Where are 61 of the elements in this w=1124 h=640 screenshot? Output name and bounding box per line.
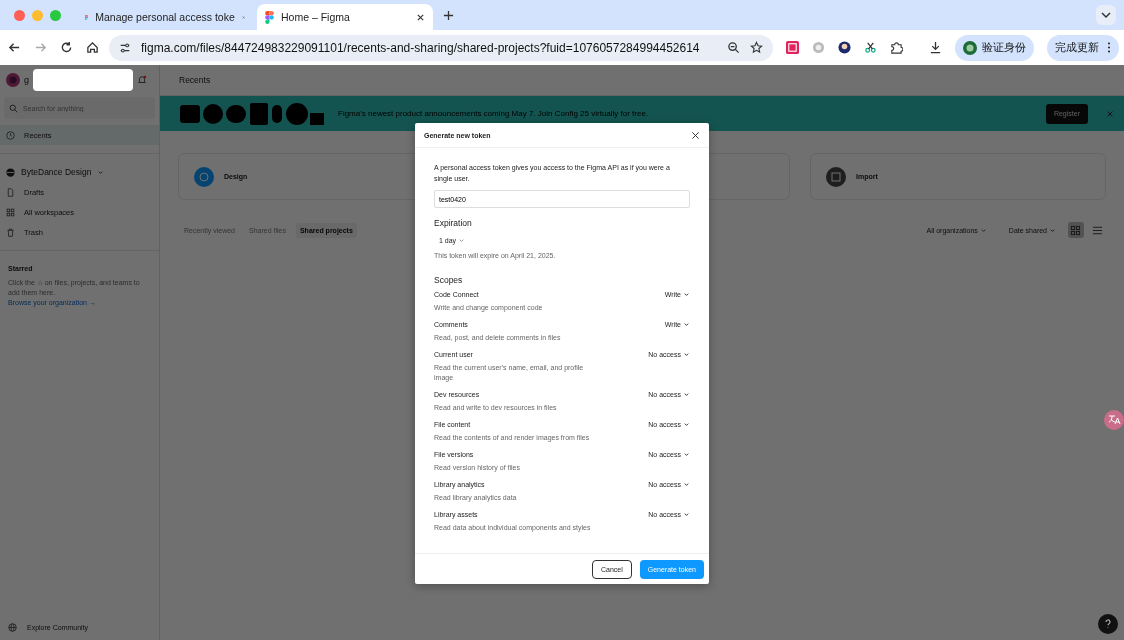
chevron-down-icon	[979, 226, 987, 234]
puzzle-icon[interactable]	[890, 41, 903, 54]
tab-title: Manage personal access toke	[95, 11, 235, 23]
file-icon	[6, 187, 15, 197]
url-text: figma.com/files/844724983229091101/recents-and-sharing/shared-projects?fuid=1076057284994452614	[141, 40, 701, 55]
chevron-down-icon	[683, 511, 690, 518]
back-arrow-icon[interactable]	[8, 41, 21, 54]
help-icon[interactable]	[1098, 614, 1118, 634]
browser-tab[interactable]: Manage personal access toke	[77, 4, 253, 30]
page-title: Recents	[179, 75, 211, 85]
zoom-icon[interactable]	[727, 41, 740, 54]
chevron-down-icon	[97, 168, 105, 176]
list-icon	[1092, 224, 1103, 236]
section-heading: Expiration	[434, 218, 473, 228]
user-name[interactable]: g	[24, 75, 29, 85]
section-heading: Scopes	[434, 275, 464, 285]
home-icon[interactable]	[86, 41, 99, 54]
avatar-icon[interactable]	[6, 73, 20, 87]
chevron-down-icon	[458, 237, 466, 244]
clock-icon	[6, 130, 15, 140]
more-icon	[1107, 42, 1111, 53]
update-button[interactable]: 完成更新	[1047, 34, 1119, 61]
grid-icon	[6, 207, 15, 217]
search-icon	[9, 103, 18, 113]
team-icon	[6, 167, 15, 177]
avatar-icon	[963, 40, 977, 55]
import-icon	[826, 166, 846, 187]
tab-title: Home – Figma	[281, 11, 351, 23]
address-bar[interactable]: figma.com/files/844724983229091101/recents-and-sharing/shared-projects?fuid=1076057284994452614	[109, 34, 773, 61]
banner-text: Figma's newest product announcements coming May 7. Join Config 25 virtually for free.	[338, 109, 649, 118]
bell-icon[interactable]	[137, 75, 147, 85]
chevron-down-icon	[1049, 226, 1056, 234]
close-window-icon[interactable]	[14, 9, 25, 21]
grid-icon	[1070, 224, 1081, 236]
globe-icon	[8, 623, 17, 632]
chevron-down-icon	[683, 291, 690, 298]
new-tab-icon[interactable]	[443, 9, 454, 21]
browser-tab[interactable]: Home – Figma	[257, 4, 433, 30]
design-icon	[194, 166, 214, 187]
tab-search-icon[interactable]	[1096, 5, 1116, 25]
chevron-down-icon	[683, 321, 690, 328]
site-settings-icon[interactable]	[119, 41, 131, 54]
verify-identity-button[interactable]: 验证身份	[955, 34, 1034, 61]
chevron-down-icon	[683, 351, 690, 358]
close-icon[interactable]	[416, 12, 425, 22]
close-icon[interactable]	[691, 130, 700, 140]
download-icon[interactable]	[929, 41, 942, 54]
trash-icon	[6, 227, 15, 237]
chevron-down-icon	[683, 481, 690, 488]
team-switcher[interactable]: ByteDance Design	[0, 162, 159, 182]
forward-arrow-icon[interactable]	[34, 41, 47, 54]
reload-icon[interactable]	[60, 41, 73, 54]
chevron-down-icon	[683, 421, 690, 428]
translate-icon[interactable]	[1104, 410, 1124, 430]
chevron-down-icon	[683, 391, 690, 398]
scissors-icon[interactable]	[864, 41, 877, 54]
grid-view-button[interactable]	[1068, 222, 1084, 238]
figma-icon	[265, 10, 274, 24]
star-icon[interactable]	[750, 41, 763, 54]
chevron-down-icon	[683, 451, 690, 458]
extension-icon[interactable]	[838, 41, 851, 54]
